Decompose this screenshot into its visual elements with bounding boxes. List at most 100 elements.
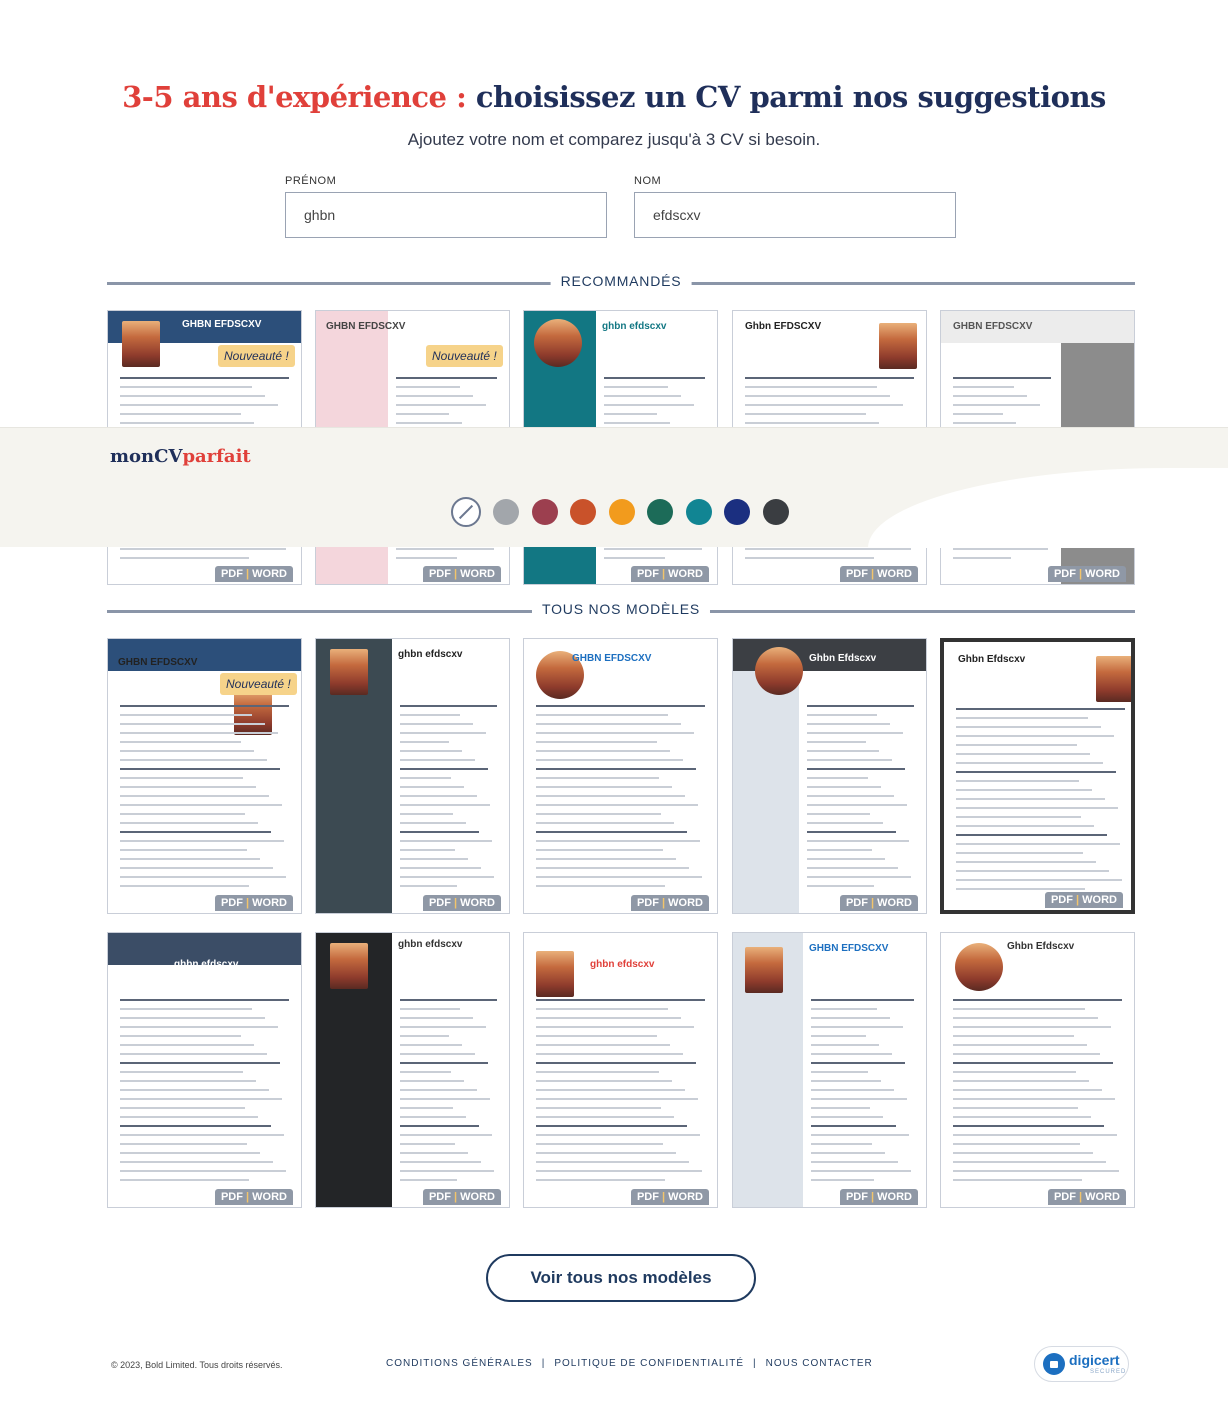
color-swatch[interactable] xyxy=(762,499,789,525)
word-label[interactable]: WORD xyxy=(877,1191,912,1203)
pdf-label[interactable]: PDF xyxy=(637,897,659,909)
word-label[interactable]: WORD xyxy=(1085,568,1120,580)
color-swatch[interactable] xyxy=(608,499,635,525)
cv-thumbnail: Ghbn Efdscxv xyxy=(944,642,1131,910)
pdf-label[interactable]: PDF xyxy=(221,897,243,909)
pdf-label[interactable]: PDF xyxy=(429,897,451,909)
word-label[interactable]: WORD xyxy=(668,1191,703,1203)
word-label[interactable]: WORD xyxy=(252,897,287,909)
format-separator: | xyxy=(1075,568,1086,580)
cv-text-line xyxy=(120,386,252,388)
cv-text-line xyxy=(807,768,905,770)
pdf-label[interactable]: PDF xyxy=(1054,568,1076,580)
pdf-label[interactable]: PDF xyxy=(637,568,659,580)
cv-text-line xyxy=(536,759,683,761)
word-label[interactable]: WORD xyxy=(460,568,495,580)
format-separator: | xyxy=(658,568,669,580)
word-label[interactable]: WORD xyxy=(877,568,912,580)
download-format-tag[interactable]: PDF | WORD xyxy=(214,566,293,582)
color-swatch[interactable] xyxy=(647,499,673,525)
pdf-label[interactable]: PDF xyxy=(846,568,868,580)
word-label[interactable]: WORD xyxy=(252,1191,287,1203)
see-all-models-button[interactable]: Voir tous nos modèles xyxy=(486,1254,756,1302)
cv-text-line xyxy=(120,1143,247,1145)
color-swatch[interactable] xyxy=(570,499,596,525)
download-format-tag[interactable]: PDF | WORD xyxy=(422,895,501,911)
cv-text-line xyxy=(745,413,866,415)
format-separator: | xyxy=(450,897,461,909)
cv-text-line xyxy=(536,714,668,716)
pdf-label[interactable]: PDF xyxy=(1054,1191,1076,1203)
last-name-input[interactable] xyxy=(634,192,956,238)
pdf-label[interactable]: PDF xyxy=(221,1191,243,1203)
color-swatch[interactable] xyxy=(531,499,558,525)
cv-text-line xyxy=(400,1116,466,1118)
cv-text-line xyxy=(400,705,497,707)
cv-portrait-photo xyxy=(745,947,783,993)
word-label[interactable]: WORD xyxy=(252,568,287,580)
cv-text-line xyxy=(400,723,473,725)
cv-text-line xyxy=(120,1161,273,1163)
pdf-label[interactable]: PDF xyxy=(637,1191,659,1203)
cv-text-line xyxy=(536,1044,670,1046)
word-label[interactable]: WORD xyxy=(1085,1191,1120,1203)
cv-text-line xyxy=(807,777,868,779)
cv-text-line xyxy=(400,813,453,815)
download-format-tag[interactable]: PDF | WORD xyxy=(1044,892,1123,908)
pdf-label[interactable]: PDF xyxy=(846,897,868,909)
color-swatch[interactable] xyxy=(493,499,519,525)
contact-link[interactable]: NOUS CONTACTER xyxy=(766,1358,873,1369)
cv-portrait-photo xyxy=(755,647,803,695)
word-label[interactable]: WORD xyxy=(460,897,495,909)
download-format-tag[interactable]: PDF | WORD xyxy=(214,895,293,911)
color-swatch[interactable] xyxy=(685,499,712,525)
digicert-seal[interactable]: digicert SECURED xyxy=(1034,1346,1129,1382)
download-format-tag[interactable]: PDF | WORD xyxy=(214,1189,293,1205)
cv-text-line xyxy=(604,404,694,406)
pdf-label[interactable]: PDF xyxy=(1051,894,1073,906)
download-format-tag[interactable]: PDF | WORD xyxy=(1047,1189,1126,1205)
cv-template-card[interactable]: Ghbn Efdscxv PDF | WORD xyxy=(940,932,1135,1208)
word-label[interactable]: WORD xyxy=(668,568,703,580)
terms-link[interactable]: CONDITIONS GÉNÉRALES xyxy=(386,1358,533,1369)
word-label[interactable]: WORD xyxy=(877,897,912,909)
cv-template-card[interactable]: Ghbn Efdscxv PDF | WORD xyxy=(732,638,927,914)
download-format-tag[interactable]: PDF | WORD xyxy=(839,566,918,582)
cv-template-card[interactable]: GHBN EFDSCXV PDF | WORD xyxy=(523,638,718,914)
cv-text-line xyxy=(536,999,705,1001)
download-format-tag[interactable]: PDF | WORD xyxy=(630,1189,709,1205)
download-format-tag[interactable]: PDF | WORD xyxy=(630,566,709,582)
download-format-tag[interactable]: PDF | WORD xyxy=(839,1189,918,1205)
download-format-tag[interactable]: PDF | WORD xyxy=(839,895,918,911)
pdf-label[interactable]: PDF xyxy=(221,568,243,580)
cv-text-line xyxy=(120,1035,241,1037)
download-format-tag[interactable]: PDF | WORD xyxy=(630,895,709,911)
word-label[interactable]: WORD xyxy=(1082,894,1117,906)
cv-template-card[interactable]: GHBN EFDSCXV PDF | WORD xyxy=(732,932,927,1208)
cv-template-card[interactable]: Ghbn Efdscxv PDF | WORD xyxy=(940,638,1135,914)
privacy-link[interactable]: POLITIQUE DE CONFIDENTIALITÉ xyxy=(554,1358,744,1369)
word-label[interactable]: WORD xyxy=(460,1191,495,1203)
cv-template-card[interactable]: ghbn efdscxv PDF | WORD xyxy=(523,932,718,1208)
word-label[interactable]: WORD xyxy=(668,897,703,909)
cv-text-line xyxy=(120,1080,256,1082)
download-format-tag[interactable]: PDF | WORD xyxy=(422,566,501,582)
no-color-swatch[interactable] xyxy=(451,497,481,527)
cv-template-card[interactable]: GHBN EFDSCXV Nouveauté ! PDF | WORD xyxy=(107,638,302,914)
pdf-label[interactable]: PDF xyxy=(429,568,451,580)
cv-text-line xyxy=(120,1134,284,1136)
pdf-label[interactable]: PDF xyxy=(846,1191,868,1203)
download-format-tag[interactable]: PDF | WORD xyxy=(1047,566,1126,582)
download-format-tag[interactable]: PDF | WORD xyxy=(422,1189,501,1205)
cv-text-line xyxy=(956,780,1079,782)
cv-text-line xyxy=(120,759,267,761)
pdf-label[interactable]: PDF xyxy=(429,1191,451,1203)
cv-template-card[interactable]: ghbn efdscxv PDF | WORD xyxy=(315,932,510,1208)
color-swatch[interactable] xyxy=(724,499,750,525)
cv-text-line xyxy=(396,557,457,559)
first-name-input[interactable] xyxy=(285,192,607,238)
cv-template-card[interactable]: ghbn efdscxv PDF | WORD xyxy=(107,932,302,1208)
cv-text-line xyxy=(120,831,271,833)
cv-template-card[interactable]: ghbn efdscxv PDF | WORD xyxy=(315,638,510,914)
cv-text-line xyxy=(120,1008,252,1010)
